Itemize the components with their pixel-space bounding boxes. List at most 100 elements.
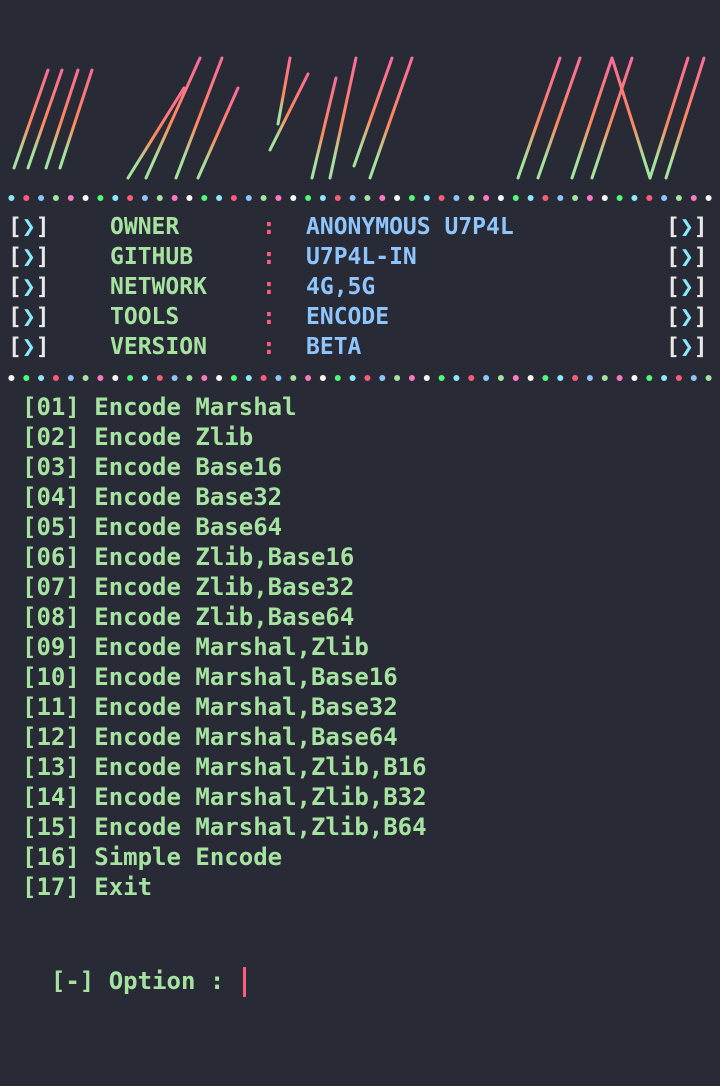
info-row-network: [❯] NETWORK: 4G,5G [❯] (0, 272, 720, 302)
divider-dot (512, 195, 519, 201)
menu-item[interactable]: [13] Encode Marshal,Zlib,B16 (22, 752, 427, 782)
divider-dot (141, 375, 148, 381)
divider-dot (8, 195, 15, 201)
divider-dot (349, 375, 356, 381)
divider-dot (260, 195, 267, 201)
divider-dot (112, 195, 119, 201)
bracket-marker-left: [❯] (8, 244, 50, 270)
menu-item[interactable]: [11] Encode Marshal,Base32 (22, 692, 427, 722)
divider-dot (230, 195, 237, 201)
menu-item[interactable]: [12] Encode Marshal,Base64 (22, 722, 427, 752)
divider-dot (349, 195, 356, 201)
divider-dot (364, 195, 371, 201)
divider-dot (112, 375, 119, 381)
divider-dot (497, 375, 504, 381)
menu-item[interactable]: [08] Encode Zlib,Base64 (22, 602, 427, 632)
encode-menu: [01] Encode Marshal [02] Encode Zlib [03] … (22, 392, 427, 902)
divider-dot (661, 195, 668, 201)
divider-dot (275, 195, 282, 201)
divider-dot (423, 195, 430, 201)
bracket-marker-left: [❯] (8, 304, 50, 330)
menu-item[interactable]: [05] Encode Base64 (22, 512, 427, 542)
divider-dot (557, 195, 564, 201)
info-key: VERSION (110, 334, 207, 360)
divider-dot (601, 195, 608, 201)
divider-dot (646, 195, 653, 201)
divider-dot (527, 195, 534, 201)
divider-dot (379, 195, 386, 201)
divider-dot (290, 195, 297, 201)
bracket-marker-right: [❯] (666, 214, 708, 240)
divider-dot (260, 375, 267, 381)
divider-dot (423, 375, 430, 381)
menu-item[interactable]: [15] Encode Marshal,Zlib,B64 (22, 812, 427, 842)
menu-item[interactable]: [14] Encode Marshal,Zlib,B32 (22, 782, 427, 812)
divider-dot (82, 195, 89, 201)
divider-dot (631, 375, 638, 381)
divider-dot (408, 375, 415, 381)
divider-dot (201, 375, 208, 381)
menu-item[interactable]: [07] Encode Zlib,Base32 (22, 572, 427, 602)
bracket-marker-right: [❯] (666, 304, 708, 330)
divider-dot (468, 375, 475, 381)
option-prompt-label: [-] Option : (50, 967, 239, 995)
info-separator: : (262, 334, 276, 360)
divider-dot (201, 195, 208, 201)
menu-item[interactable]: [16] Simple Encode (22, 842, 427, 872)
menu-item[interactable]: [02] Encode Zlib (22, 422, 427, 452)
divider-dot (97, 375, 104, 381)
divider-dot (8, 375, 15, 381)
info-value: ENCODE (306, 304, 390, 330)
divider-dot (319, 195, 326, 201)
divider-dot (305, 195, 312, 201)
divider-dot (512, 375, 519, 381)
divider-dot (141, 195, 148, 201)
menu-item[interactable]: [03] Encode Base16 (22, 452, 427, 482)
info-key: NETWORK (110, 274, 207, 300)
info-row-github: [❯] GITHUB: U7P4L-IN [❯] (0, 242, 720, 272)
divider-dot (245, 195, 252, 201)
option-prompt[interactable]: [-] Option : (22, 930, 246, 997)
divider-dot (127, 195, 134, 201)
divider-dot (334, 195, 341, 201)
divider-dot (675, 195, 682, 201)
divider-dot (690, 195, 697, 201)
divider-dot (319, 375, 326, 381)
info-value: U7P4L-IN (306, 244, 417, 270)
divider-dot (171, 375, 178, 381)
divider-dot (631, 195, 638, 201)
menu-item[interactable]: [17] Exit (22, 872, 427, 902)
menu-item[interactable]: [01] Encode Marshal (22, 392, 427, 422)
divider-dot (705, 195, 712, 201)
info-separator: : (262, 274, 276, 300)
divider-dot (468, 195, 475, 201)
divider-dot (601, 375, 608, 381)
menu-item[interactable]: [10] Encode Marshal,Base16 (22, 662, 427, 692)
divider-dot (408, 195, 415, 201)
bracket-marker-right: [❯] (666, 274, 708, 300)
divider-dot (23, 375, 30, 381)
divider-dot (616, 195, 623, 201)
menu-item[interactable]: [09] Encode Marshal,Zlib (22, 632, 427, 662)
divider-dot (275, 375, 282, 381)
bracket-marker-right: [❯] (666, 334, 708, 360)
info-key: GITHUB (110, 244, 194, 270)
bracket-marker-left: [❯] (8, 274, 50, 300)
divider-dot (616, 375, 623, 381)
divider-dot (216, 195, 223, 201)
divider-dot (438, 375, 445, 381)
info-key: TOOLS (110, 304, 180, 330)
divider-dot (67, 195, 74, 201)
divider-dot (230, 375, 237, 381)
divider-dot (690, 375, 697, 381)
info-row-owner: [❯] OWNER: ANONYMOUS U7P4L [❯] (0, 212, 720, 242)
divider-dot (186, 375, 193, 381)
divider-dot (675, 375, 682, 381)
menu-item[interactable]: [04] Encode Base32 (22, 482, 427, 512)
info-value: 4G,5G (306, 274, 376, 300)
divider-dot (527, 375, 534, 381)
info-value: BETA (306, 334, 362, 360)
menu-item[interactable]: [06] Encode Zlib,Base16 (22, 542, 427, 572)
divider-dot (38, 195, 45, 201)
info-value: ANONYMOUS U7P4L (306, 214, 514, 240)
